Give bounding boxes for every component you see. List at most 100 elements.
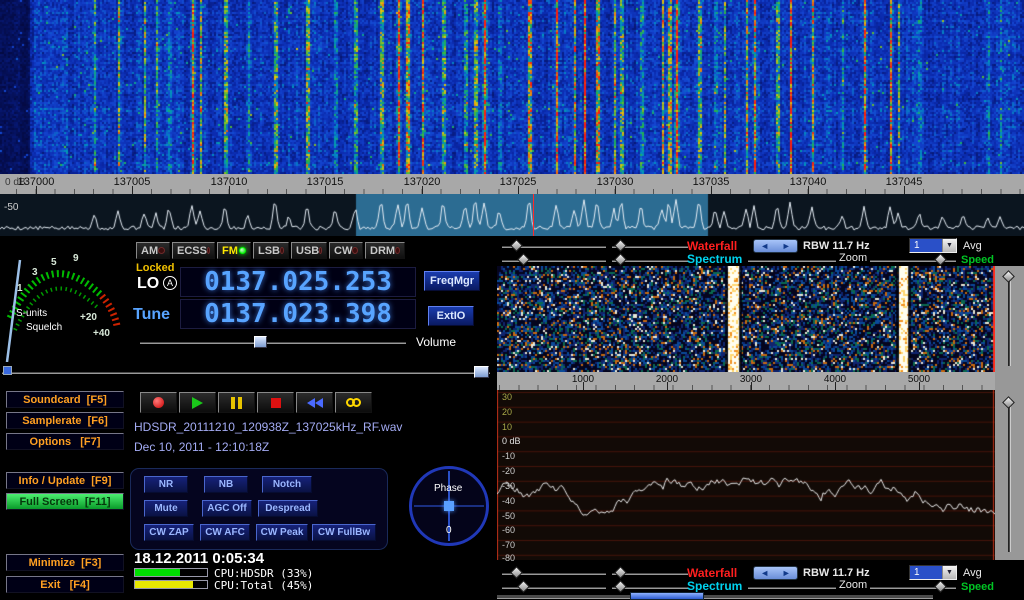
mode-button-fm[interactable]: FM xyxy=(217,242,251,259)
spectrum-label-bottom[interactable]: Spectrum xyxy=(687,579,742,593)
freqmgr-button[interactable]: FreqMgr xyxy=(424,271,480,291)
soundcard-button[interactable]: Soundcard [F5] xyxy=(6,391,124,408)
waterfall-label-bottom[interactable]: Waterfall xyxy=(687,566,737,580)
freq-tick-label: 137035 xyxy=(693,176,730,188)
mode-button-usb[interactable]: USB xyxy=(291,242,327,259)
speed-label: Speed xyxy=(961,254,994,266)
zoom-slider-handle-bottom[interactable] xyxy=(934,580,947,593)
minimize-button[interactable]: Minimize [F3] xyxy=(6,554,124,571)
pan-scrollbar-track[interactable] xyxy=(497,594,933,599)
db-tick: -20 xyxy=(502,466,515,476)
hdsdr-window: 0 dB 137000 137005 137010 137015 137020 … xyxy=(0,0,1024,600)
nb-button[interactable]: NB xyxy=(204,476,248,493)
db-tick: -40 xyxy=(502,496,515,506)
cw-zap-button[interactable]: CW ZAP xyxy=(144,524,194,541)
waterfall-label[interactable]: Waterfall xyxy=(687,239,737,253)
s-meter-dial xyxy=(2,238,128,362)
tune-marker-line xyxy=(533,194,534,236)
spectrum-label[interactable]: Spectrum xyxy=(687,252,742,266)
stop-button[interactable] xyxy=(257,392,294,413)
notch-button[interactable]: Notch xyxy=(262,476,312,493)
fullscreen-button[interactable]: Full Screen [F11] xyxy=(6,493,124,510)
sp-brightness-slider-handle[interactable] xyxy=(517,253,530,266)
mode-button-ecss[interactable]: ECSS xyxy=(172,242,215,259)
af-frequency-scale[interactable]: 1000 2000 3000 4000 5000 xyxy=(497,372,995,390)
avg-select-bottom[interactable]: 1 ▼ xyxy=(909,565,957,580)
main-spectrum-display[interactable]: -50 xyxy=(0,194,1024,236)
cw-peak-button[interactable]: CW Peak xyxy=(256,524,308,541)
squelch-label: Squelch xyxy=(26,322,62,333)
wf-contrast-slider-handle[interactable] xyxy=(614,239,627,252)
exit-button[interactable]: Exit [F4] xyxy=(6,576,124,593)
wf2-brightness-slider-handle[interactable] xyxy=(510,566,523,579)
af-waterfall-display[interactable] xyxy=(497,266,995,372)
af-spectrum-display[interactable]: 30 xyxy=(497,390,995,560)
mode-button-drm[interactable]: DRM xyxy=(365,242,405,259)
mode-button-cw[interactable]: CW xyxy=(329,242,363,259)
rewind-button[interactable] xyxy=(296,392,333,413)
db-tick: -80 xyxy=(502,553,515,563)
lo-frequency-display[interactable]: 0137.025.253 xyxy=(180,267,416,297)
loop-button[interactable] xyxy=(335,392,372,413)
ecss-led-icon xyxy=(207,247,210,254)
sp-contrast-slider-handle[interactable] xyxy=(614,253,627,266)
display-split-slider-track[interactable] xyxy=(2,371,490,374)
recording-filename: HDSDR_20111210_120938Z_137025kHz_RF.wav xyxy=(134,420,402,434)
shift-left-icon[interactable]: ◄ xyxy=(760,242,769,251)
sp2-contrast-slider-handle[interactable] xyxy=(614,580,627,593)
waterfall-shift-buttons-bottom[interactable]: ◄ ► xyxy=(753,566,798,580)
zoom-label-bottom: Zoom xyxy=(836,579,870,591)
avg-select[interactable]: 1 ▼ xyxy=(909,238,957,253)
display-split-slider-handle[interactable] xyxy=(474,366,489,378)
volume-slider-handle[interactable] xyxy=(254,336,267,348)
s-meter[interactable]: 1 3 5 9 +20 +40 S-units Squelch xyxy=(2,238,128,362)
wf-vertical-slider-handle[interactable] xyxy=(1002,270,1015,283)
shift-left-icon[interactable]: ◄ xyxy=(760,569,769,578)
mode-button-am[interactable]: AM xyxy=(136,242,170,259)
main-waterfall-display[interactable] xyxy=(0,0,1024,174)
options-button[interactable]: Options [F7] xyxy=(6,433,124,450)
wf2-contrast-slider-handle[interactable] xyxy=(614,566,627,579)
dropdown-arrow-icon[interactable]: ▼ xyxy=(942,566,956,579)
dropdown-arrow-icon[interactable]: ▼ xyxy=(942,239,956,252)
shift-right-icon[interactable]: ► xyxy=(782,242,791,251)
extio-button[interactable]: ExtIO xyxy=(428,306,474,326)
cw-afc-button[interactable]: CW AFC xyxy=(200,524,250,541)
main-frequency-scale[interactable]: 0 dB 137000 137005 137010 137015 137020 … xyxy=(0,174,1024,194)
wf-right-slider-panel xyxy=(995,266,1024,372)
meter-scale-3: 3 xyxy=(32,267,38,278)
record-button[interactable] xyxy=(140,392,177,413)
mode-button-lsb[interactable]: LSB xyxy=(253,242,289,259)
antenna-badge[interactable]: A xyxy=(163,276,177,290)
nr-button[interactable]: NR xyxy=(144,476,188,493)
rbw-label: RBW 11.7 Hz xyxy=(803,240,870,252)
tune-frequency-display[interactable]: 0137.023.398 xyxy=(180,299,416,329)
am-led-icon xyxy=(158,247,165,254)
shift-right-icon[interactable]: ► xyxy=(782,569,791,578)
waterfall-shift-buttons[interactable]: ◄ ► xyxy=(753,239,798,253)
volume-slider-track[interactable] xyxy=(140,341,406,344)
zoom-slider-handle[interactable] xyxy=(934,253,947,266)
info-update-button[interactable]: Info / Update [F9] xyxy=(6,472,124,489)
wf-vertical-slider-track[interactable] xyxy=(1008,272,1011,366)
agc-button[interactable]: AGC Off xyxy=(202,500,252,517)
avg-label-bottom: Avg xyxy=(963,567,982,579)
sp2-brightness-slider-handle[interactable] xyxy=(517,580,530,593)
volume-label: Volume xyxy=(416,335,456,349)
cw-fullbw-button[interactable]: CW FullBw xyxy=(312,524,376,541)
sp-vertical-slider-handle[interactable] xyxy=(1002,396,1015,409)
despread-button[interactable]: Despread xyxy=(258,500,318,517)
samplerate-button[interactable]: Samplerate [F6] xyxy=(6,412,124,429)
play-button[interactable] xyxy=(179,392,216,413)
play-icon xyxy=(192,397,203,409)
freq-tick-label: 137010 xyxy=(211,176,248,188)
phase-dial[interactable]: Phase 0 xyxy=(409,466,489,546)
squelch-marker[interactable] xyxy=(3,366,12,375)
freq-tick-label: 137045 xyxy=(886,176,923,188)
sp-vertical-slider-track[interactable] xyxy=(1008,398,1011,552)
db-tick: -50 xyxy=(502,511,515,521)
wf-brightness-slider-handle[interactable] xyxy=(510,239,523,252)
pan-scrollbar-handle[interactable] xyxy=(630,592,704,600)
mute-button[interactable]: Mute xyxy=(144,500,188,517)
pause-button[interactable] xyxy=(218,392,255,413)
